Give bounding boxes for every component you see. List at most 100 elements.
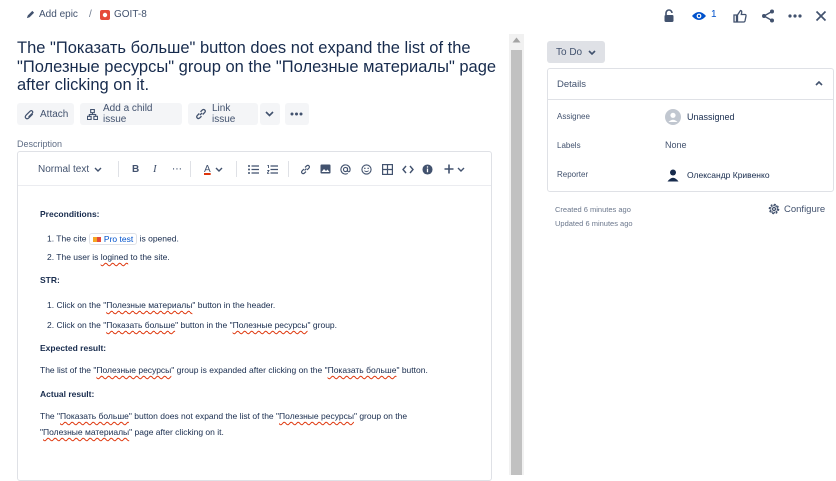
more-actions-button[interactable] xyxy=(285,103,309,125)
list-text: " button in the " xyxy=(175,320,233,330)
scroll-up-arrow-icon[interactable] xyxy=(512,37,521,43)
hierarchy-icon xyxy=(87,108,98,120)
add-epic-label: Add epic xyxy=(39,9,78,20)
thumbs-up-icon[interactable] xyxy=(731,7,749,25)
code-icon[interactable] xyxy=(402,161,414,177)
more-actions-icon[interactable] xyxy=(786,7,804,25)
editor-toolbar: Normal text B I ⋯ A xyxy=(18,152,491,186)
chevron-down-icon xyxy=(215,167,223,172)
misspelled-word: Показать больше xyxy=(106,320,176,330)
text-color-label: A xyxy=(204,163,211,175)
list-text: is opened. xyxy=(139,233,179,244)
scrollbar-thumb[interactable] xyxy=(511,50,522,475)
share-icon[interactable] xyxy=(759,7,777,25)
chevron-down-icon xyxy=(588,49,596,55)
mention-icon[interactable] xyxy=(340,161,351,177)
toolbar-divider xyxy=(190,161,191,177)
reporter-value: Олександр Кривенко xyxy=(687,170,770,180)
link-issue-label: Link issue xyxy=(212,103,236,125)
bold-button[interactable]: B xyxy=(132,161,139,177)
text-style-dropdown[interactable]: Normal text xyxy=(38,161,102,177)
details-title: Details xyxy=(557,79,587,90)
toolbar-divider xyxy=(288,161,289,177)
text-style-label: Normal text xyxy=(38,163,90,175)
misspelled-word: logined xyxy=(100,252,129,262)
issue-key: GOIT-8 xyxy=(114,9,147,20)
chevron-down-icon xyxy=(265,111,274,117)
description-label: Description xyxy=(17,139,63,149)
list-text: Click on the " xyxy=(56,320,107,330)
expected-result-heading: Expected result: xyxy=(40,343,107,353)
lock-icon[interactable] xyxy=(660,7,678,25)
reporter-field[interactable]: Олександр Кривенко xyxy=(665,167,770,183)
chevron-up-icon[interactable] xyxy=(815,81,823,86)
list-item: 1. The cite Pro test is opened. xyxy=(47,233,179,245)
details-header[interactable]: Details xyxy=(548,69,833,100)
site-link-chip[interactable]: Pro test xyxy=(88,233,138,245)
issue-title[interactable]: The "Показать больше" button does not ex… xyxy=(17,39,502,95)
attach-button[interactable]: Attach xyxy=(17,103,74,125)
link-icon[interactable] xyxy=(300,161,311,177)
toolbar-divider xyxy=(236,161,237,177)
text-color-button[interactable]: A xyxy=(204,161,223,177)
close-icon[interactable] xyxy=(812,7,830,25)
list-text: " group. xyxy=(307,320,338,330)
labels-label: Labels xyxy=(557,141,581,150)
add-child-issue-button[interactable]: Add a child issue xyxy=(80,103,182,125)
emoji-icon[interactable] xyxy=(361,161,372,177)
list-text: " button in the header. xyxy=(192,300,276,310)
info-panel-icon[interactable] xyxy=(422,161,433,177)
avatar-icon xyxy=(665,109,681,125)
status-dropdown[interactable]: To Do xyxy=(547,41,606,63)
misspelled-word: Показать больше xyxy=(60,411,129,421)
created-timestamp: Created 6 minutes ago xyxy=(555,205,631,214)
misspelled-word: Полезные ресурсы xyxy=(232,320,308,330)
breadcrumb-separator: / xyxy=(89,9,92,20)
avatar-icon xyxy=(665,167,681,183)
assignee-value: Unassigned xyxy=(687,112,735,122)
pencil-icon xyxy=(26,10,35,19)
bullet-list-icon[interactable] xyxy=(248,161,259,177)
link-issue-dropdown[interactable] xyxy=(260,103,280,125)
top-bar: Add epic / GOIT-8 1 xyxy=(0,0,836,30)
paperclip-icon xyxy=(24,109,35,120)
misspelled-word: Полезные ресурсы xyxy=(96,365,172,375)
more-formatting-button[interactable]: ⋯ xyxy=(172,161,182,177)
updated-timestamp: Updated 6 minutes ago xyxy=(555,219,633,228)
more-dots-icon xyxy=(290,112,303,116)
actual-result-text: The "Показать больше" button does not ex… xyxy=(40,411,408,437)
link-issue-button[interactable]: Link issue xyxy=(188,103,258,125)
assignee-label: Assignee xyxy=(557,112,590,121)
numbered-list-icon[interactable] xyxy=(267,161,278,177)
issue-key-link[interactable]: GOIT-8 xyxy=(100,9,147,20)
gear-icon xyxy=(768,203,780,215)
list-text: Click on the " xyxy=(56,300,107,310)
attach-label: Attach xyxy=(40,108,69,120)
bug-icon xyxy=(100,9,110,20)
insert-more-button[interactable] xyxy=(444,161,465,177)
list-item: 2. The user is logined to the site. xyxy=(47,252,170,262)
misspelled-word: Полезные материалы xyxy=(43,427,130,437)
list-item: 2. Click on the "Показать больше" button… xyxy=(47,320,338,330)
description-editor[interactable]: Normal text B I ⋯ A Preconditions: 1. Th… xyxy=(17,151,492,481)
expected-result-text: The list of the "Полезные ресурсы" group… xyxy=(40,365,428,375)
chevron-down-icon xyxy=(94,167,102,172)
list-text: The user is xyxy=(56,252,99,262)
misspelled-word: Полезные материалы xyxy=(106,300,193,310)
configure-button[interactable]: Configure xyxy=(768,203,825,215)
details-panel: Details Assignee Unassigned Labels None … xyxy=(547,68,834,192)
image-icon[interactable] xyxy=(320,161,331,177)
labels-field[interactable]: None xyxy=(665,140,687,150)
assignee-field[interactable]: Unassigned xyxy=(665,109,735,125)
table-icon[interactable] xyxy=(382,161,393,177)
labels-value: None xyxy=(665,140,687,150)
str-heading: STR: xyxy=(40,275,60,285)
site-link-label: Pro test xyxy=(103,234,134,244)
reporter-label: Reporter xyxy=(557,170,589,179)
italic-button[interactable]: I xyxy=(153,161,157,177)
add-epic-link[interactable]: Add epic xyxy=(26,9,78,20)
toolbar-divider xyxy=(118,161,119,177)
watch-eye-icon[interactable] xyxy=(690,7,708,25)
list-text: to the site. xyxy=(130,252,170,262)
link-icon xyxy=(195,108,207,120)
